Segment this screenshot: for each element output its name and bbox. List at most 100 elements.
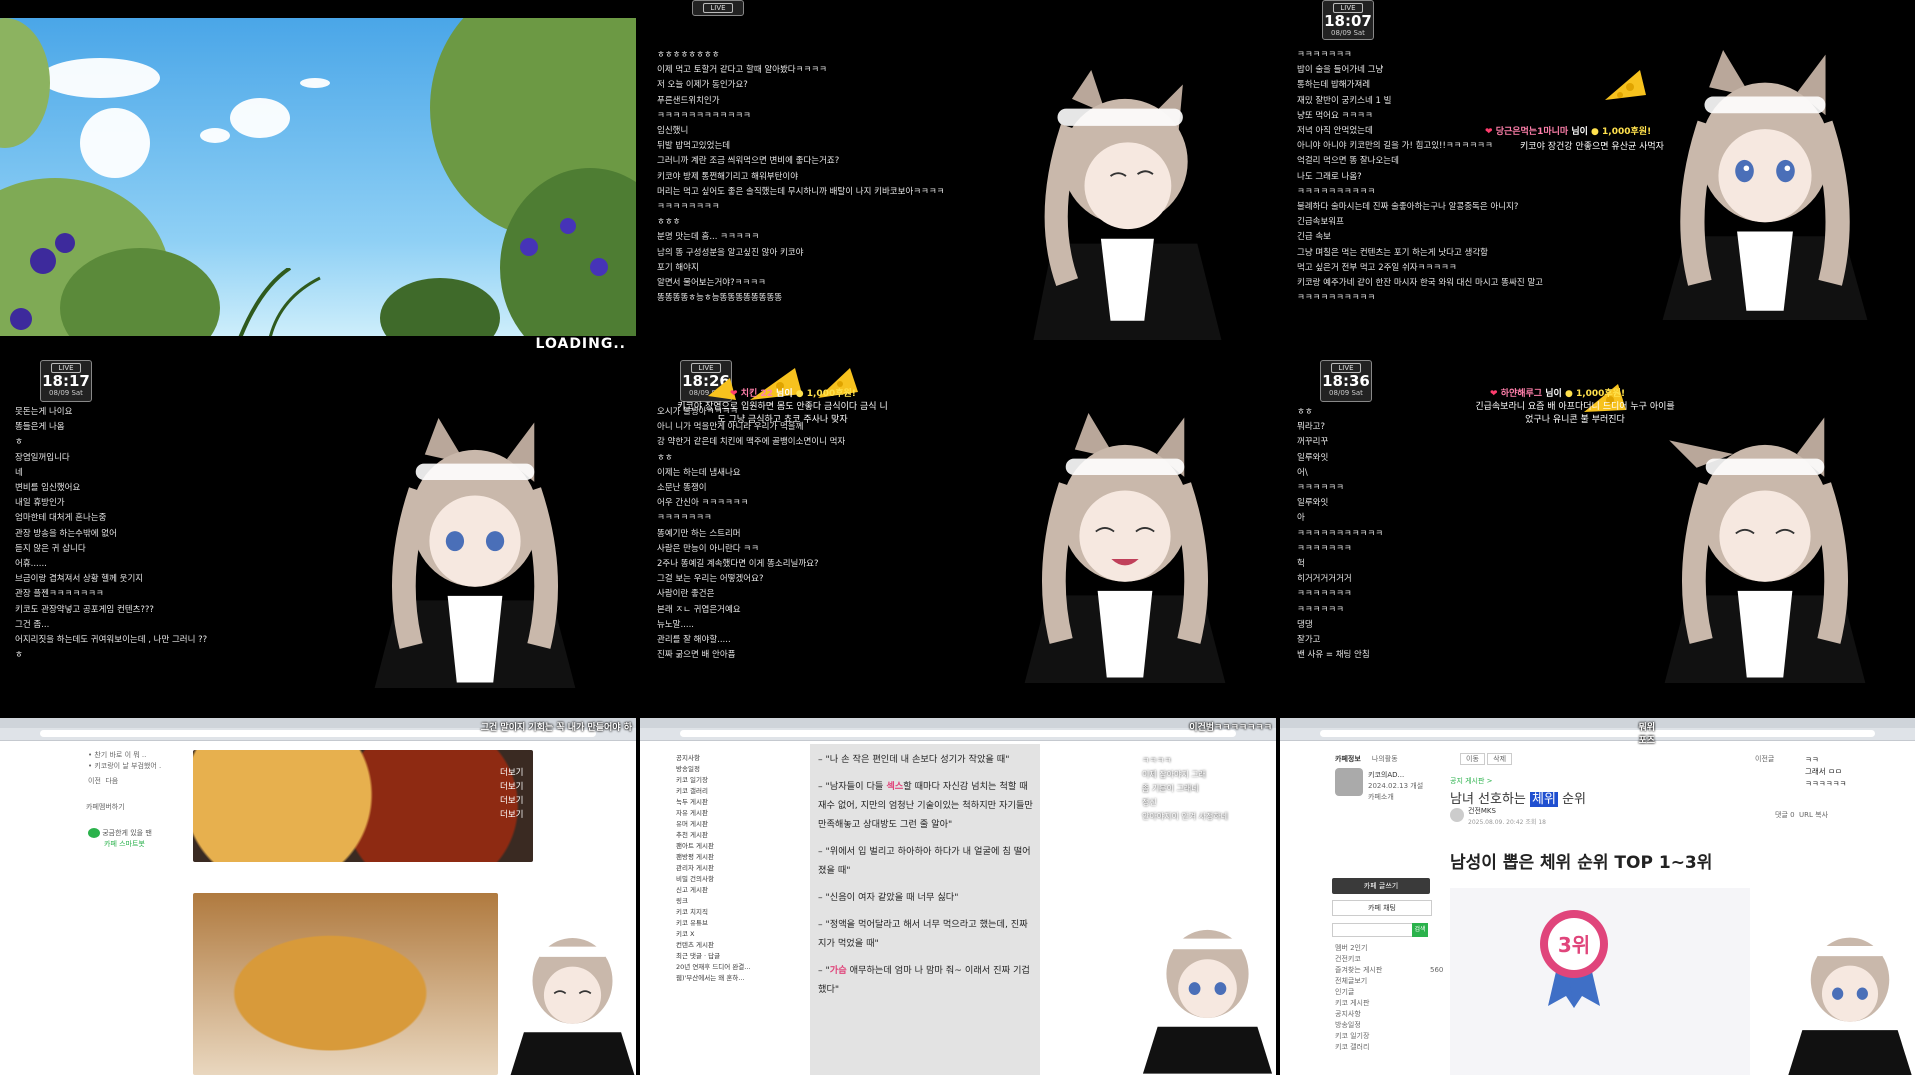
board-menu-item[interactable]: 자유 게시판 (676, 808, 751, 819)
board-menu-item[interactable]: 녹두 게시판 (676, 797, 751, 808)
board-menu-item[interactable]: 팬아트 게시판 (676, 841, 751, 852)
side-menu-item[interactable]: 즐겨찾는 게시판 (1335, 965, 1382, 976)
chat-overlay: ㅋㅋ 그래서 ㅁㅁ ㅋㅋㅋㅋㅋㅋ (1805, 754, 1846, 790)
board-menu-item[interactable]: 컨텐츠 게시판 (676, 940, 751, 951)
board-menu-item[interactable]: 키코 치지직 (676, 907, 751, 918)
cafe-name[interactable]: 키코의AD... (1368, 770, 1423, 781)
quote-text: "위에서 입 벌리고 하아하아 하다가 내 얼굴에 침 떨어졌을 때" (818, 846, 1031, 876)
overlay-chat-line: 정신 (1142, 798, 1157, 807)
title-text: 순위 (1557, 792, 1587, 807)
more-link[interactable]: 더보기 (500, 808, 523, 822)
donation-message: 키코야 장염으로 입원하면 몸도 안좋다 금식이다 금식 니 도 그냥 금식하고… (670, 401, 895, 427)
board-menu-item[interactable]: 키코 일기장 (676, 775, 751, 786)
comment-count-link[interactable]: 댓글 0 (1775, 811, 1795, 819)
author-avatar[interactable] (1450, 808, 1464, 822)
board-menu-item[interactable]: 방송일정 (676, 764, 751, 775)
chat-message: ㅋㅋㅋㅋㅋㅋㅋㅋㅋㅋㅋㅋ (657, 110, 751, 121)
browser-address-bar[interactable] (1320, 730, 1875, 737)
chat-message: 꺼꾸리꾸 (1297, 437, 1329, 448)
cafe-avatar[interactable] (1335, 768, 1363, 796)
food-image-jjajang[interactable] (193, 893, 498, 1075)
side-menu-item[interactable]: 공지사항 (1335, 1009, 1382, 1020)
tile-stream-5: LIVE 18:36 08/09 Sat ㅎㅎ 뭐라고? 꺼꾸리꾸 일루와잇 어\ ㅋㅋㅋ… (1280, 358, 1915, 714)
comment-line: • 키코랑이 날 부검했어 . (88, 762, 162, 770)
board-menu-item[interactable]: 키코 유튜브 (676, 918, 751, 929)
chat-message: 어\ (1297, 467, 1308, 478)
clock-date: 08/09 Sat (1329, 389, 1363, 397)
browser-chrome (1280, 718, 1915, 741)
author-name[interactable]: 건전MKS (1468, 806, 1546, 817)
vtuber-avatar (1142, 929, 1273, 1074)
board-menu-item[interactable]: 신고 게시판 (676, 885, 751, 896)
quote-dash: – (818, 892, 826, 903)
donation-unit: 후원! (835, 389, 856, 399)
board-menu-item[interactable]: 최근 댓글 · 답글 (676, 951, 751, 962)
board-menu-item[interactable]: 유머 게시판 (676, 819, 751, 830)
side-menu-item[interactable]: 건전키코 (1335, 954, 1382, 965)
prev-post-link[interactable]: 이전글 (1755, 754, 1774, 765)
donation-heart-icon: ❤ (730, 389, 738, 399)
move-button[interactable]: 이동 (1460, 753, 1485, 765)
write-post-button[interactable]: 카페 글쓰기 (1332, 878, 1430, 894)
browser-tab-bar[interactable] (1280, 718, 1915, 728)
browser-address-bar[interactable] (680, 730, 1236, 737)
flower (520, 238, 538, 256)
board-menu-item[interactable]: 추천 게시판 (676, 830, 751, 841)
browser-tab-bar[interactable] (640, 718, 1276, 728)
vtuber-avatar (1024, 413, 1226, 683)
quote-highlight: 섹스 (886, 781, 904, 792)
more-link[interactable]: 더보기 (500, 766, 523, 780)
board-menu-item[interactable]: 팬방평 게시판 (676, 852, 751, 863)
board-menu-item[interactable]: 링크 (676, 896, 751, 907)
donor-suffix: 님이 (1545, 389, 1562, 399)
next-link[interactable]: 다음 (105, 777, 118, 785)
prev-link[interactable]: 이전 (88, 777, 101, 785)
post-date: 2025.08.09. 20:42 조회 18 (1468, 819, 1546, 826)
side-menu-item[interactable]: 키코 갤러리 (1335, 1042, 1382, 1053)
cafe-intro-link[interactable]: 카페소개 (1368, 792, 1423, 803)
board-menu-item[interactable]: 키코 갤러리 (676, 786, 751, 797)
cafe-chat-button[interactable]: 카페 채팅 (1332, 900, 1432, 916)
cafe-search-button[interactable]: 검색 (1412, 923, 1428, 937)
side-menu-item[interactable]: 인기글 (1335, 987, 1382, 998)
board-menu-item[interactable]: 20년 연재후 드디어 완결... (676, 962, 751, 973)
chat-message: 뒤발 밥먹고있었는데 (657, 141, 731, 152)
board-menu-item[interactable]: 비밀 건의사항 (676, 874, 751, 885)
board-menu-item[interactable]: 공지사항 (676, 753, 751, 764)
more-link[interactable]: 더보기 (500, 780, 523, 794)
food-image-ramen-chicken[interactable] (193, 750, 533, 862)
donation-amount: 1,000 (806, 389, 836, 399)
post-quote: – "신음이 여자 같았을 때 너무 싫다" (818, 888, 1038, 907)
quote-text: 애무하는데 엄마 나 맘마 줘~ 이래서 진짜 기겁했다" (818, 965, 1030, 995)
chat-message: 관장 플젠ㅋㅋㅋㅋㅋㅋㅋ (15, 589, 104, 600)
side-menu-item[interactable]: 멤버 2인기 (1335, 943, 1382, 954)
tab-my-activity[interactable]: 나의활동 (1372, 755, 1398, 763)
side-menu-item[interactable]: 방송일정 (1335, 1020, 1382, 1031)
url-copy-button[interactable]: URL 복사 (1799, 811, 1828, 819)
loading-background (0, 18, 636, 336)
cafe-search-input[interactable] (1332, 923, 1414, 937)
cafe-smartbot[interactable]: 궁금한게 있을 땐 카페 스마트봇 (88, 828, 152, 850)
board-menu-item[interactable]: 키코 X (676, 929, 751, 940)
board-menu-item[interactable]: 관리자 게시판 (676, 863, 751, 874)
chat-log: 못돈는게 나이요 똥들은게 나옴 ㅎ 장염일꺼입니다 네 변비를 임신했어요 내일 휴방인가… (15, 405, 207, 663)
board-menu-item[interactable]: 웹)'부산에서는 왜 혼하... (676, 973, 751, 984)
chat-message: 사람이란 좋건은 (657, 589, 715, 600)
article-heading: 남성이 뽑은 체위 순위 TOP 1~3위 (1450, 853, 1713, 873)
cafe-join-link[interactable]: 카페멤버하기 (86, 802, 125, 813)
delete-button[interactable]: 삭제 (1487, 753, 1513, 765)
chat-log: ㅋㅋㅋㅋㅋㅋㅋ 밥이 술을 들어가네 그냥 통하는데 밥해가져레 재밌 잘반이 궁키스… (1297, 48, 1543, 306)
chat-message: 밴 사유 = 채팅 안침 (1297, 650, 1370, 661)
side-menu-item[interactable]: 키코 일기장 (1335, 1031, 1382, 1042)
chat-message: 키코야 방제 통쩐해기리고 해워부탄이야 (657, 171, 799, 182)
breadcrumb[interactable]: 공지 게시판 > (1450, 776, 1493, 787)
side-menu-item[interactable]: 키코 게시판 (1335, 998, 1382, 1009)
cheese-icon (1605, 70, 1646, 100)
subtitle-line: 포즈 (1638, 736, 1655, 746)
more-link[interactable]: 더보기 (500, 794, 523, 808)
cafe-board-menu: 공지사항 방송일정 키코 일기장 키코 갤러리 녹두 게시판 자유 게시판 유머 게시판 추천… (676, 753, 751, 984)
cloud (80, 108, 150, 178)
tab-cafe-info[interactable]: 카페정보 (1335, 755, 1361, 763)
donor-name: 치킨 22 (740, 389, 773, 399)
side-menu-item[interactable]: 전체글보기 (1335, 976, 1382, 987)
